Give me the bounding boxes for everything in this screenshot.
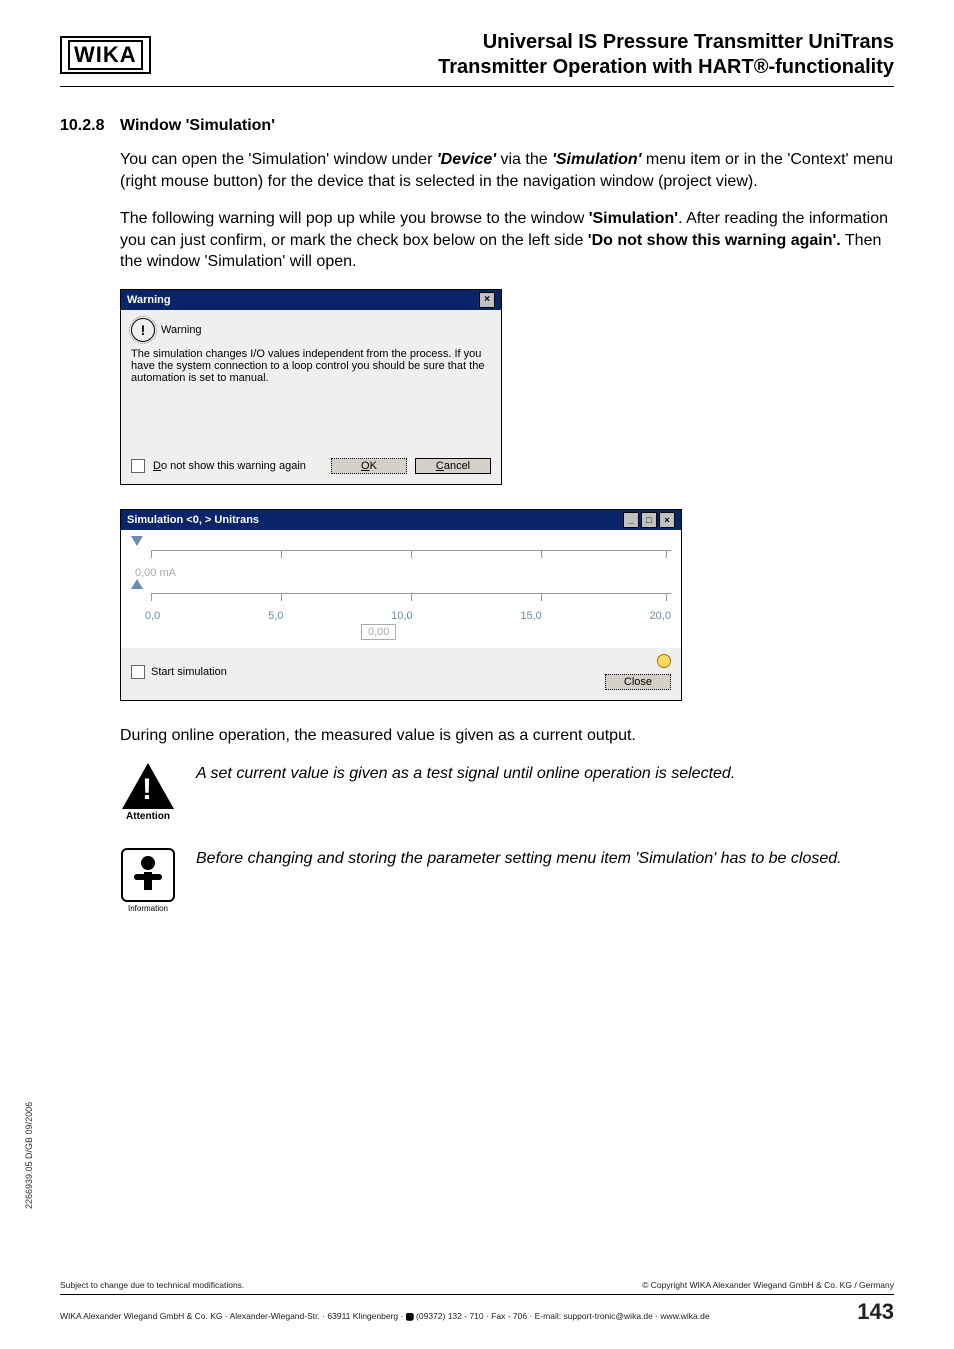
page: WIKA Universal IS Pressure Transmitter U… <box>0 0 954 1349</box>
page-footer: Subject to change due to technical modif… <box>60 1280 894 1325</box>
attention-label: Attention <box>120 811 176 822</box>
exclamation-icon: ! <box>131 318 155 342</box>
header-line-1: Universal IS Pressure Transmitter UniTra… <box>181 30 894 55</box>
footer-bottom: WIKA Alexander Wiegand GmbH & Co. KG · A… <box>60 1299 894 1325</box>
value-input[interactable]: 0,00 <box>361 624 396 640</box>
p1-pre: You can open the 'Simulation' window und… <box>120 151 437 168</box>
footer-left: Subject to change due to technical modif… <box>60 1280 244 1290</box>
warning-heading: Warning <box>161 324 202 336</box>
sim-title-text: Simulation <0, > Unitrans <box>127 514 259 526</box>
warning-triangle-icon <box>122 763 174 809</box>
logo-text: WIKA <box>68 40 143 70</box>
dialog-body: ! Warning The simulation changes I/O val… <box>121 310 501 452</box>
page-number: 143 <box>857 1299 894 1325</box>
paragraph-1: You can open the 'Simulation' window und… <box>120 149 894 192</box>
footer-address: WIKA Alexander Wiegand GmbH & Co. KG · A… <box>60 1311 710 1321</box>
wika-logo: WIKA <box>60 36 151 74</box>
warning-body-text: The simulation changes I/O values indepe… <box>131 348 491 384</box>
footer-top: Subject to change due to technical modif… <box>60 1280 894 1290</box>
checkbox-start-simulation[interactable] <box>131 665 145 679</box>
scale-2: 10,0 <box>391 610 412 622</box>
scale-3: 15,0 <box>520 610 541 622</box>
attention-row: Attention A set current value is given a… <box>120 763 894 822</box>
footer-rule <box>60 1294 894 1295</box>
sim-titlebar[interactable]: Simulation <0, > Unitrans _ □ × <box>121 510 681 530</box>
footer-right: © Copyright WIKA Alexander Wiegand GmbH … <box>642 1280 894 1290</box>
close-icon[interactable]: × <box>659 512 675 528</box>
scale-4: 20,0 <box>650 610 671 622</box>
checkbox-label[interactable]: Do not show this warning again <box>153 460 323 472</box>
p2-pre: The following warning will pop up while … <box>120 210 589 227</box>
information-label: Information <box>120 904 176 913</box>
window-controls: _ □ × <box>623 512 675 528</box>
warning-header-row: ! Warning <box>131 318 491 342</box>
start-simulation-label[interactable]: Start simulation <box>151 666 227 678</box>
information-row: Information Before changing and storing … <box>120 848 894 913</box>
warning-dialog: Warning × ! Warning The simulation chang… <box>120 289 502 485</box>
current-value: 0,00 mA <box>135 567 671 579</box>
information-icon: Information <box>120 848 176 913</box>
p1-mid: via the <box>496 151 552 168</box>
section-heading: 10.2.8 Window 'Simulation' <box>60 117 894 135</box>
checkbox-dont-show[interactable] <box>131 459 145 473</box>
upper-ruler[interactable] <box>151 550 671 565</box>
header-line-2: Transmitter Operation with HART®-functio… <box>181 55 894 80</box>
dialog-footer: Do not show this warning again OK Cancel <box>121 452 501 484</box>
paragraph-3: During online operation, the measured va… <box>120 725 894 747</box>
section-title: Window 'Simulation' <box>120 117 275 135</box>
attention-note: A set current value is given as a test s… <box>196 763 735 822</box>
marker-down-icon[interactable] <box>131 536 143 546</box>
cancel-button[interactable]: Cancel <box>415 458 491 474</box>
p1-b2: 'Simulation' <box>552 151 641 168</box>
paragraph-2: The following warning will pop up while … <box>120 208 894 273</box>
ok-button[interactable]: OK <box>331 458 407 474</box>
p2-b1: 'Simulation' <box>589 210 678 227</box>
minimize-icon[interactable]: _ <box>623 512 639 528</box>
sim-footer: Start simulation Close <box>121 648 681 700</box>
p2-b2: 'Do not show this warning again'. <box>588 232 841 249</box>
side-document-code: 2266939.05 D/GB 09/2006 <box>24 1102 34 1209</box>
phone-icon <box>406 1313 414 1321</box>
dialog-title-text: Warning <box>127 294 171 306</box>
close-button[interactable]: Close <box>605 674 671 690</box>
header-rule <box>60 86 894 87</box>
section-number: 10.2.8 <box>60 117 120 135</box>
scale-labels: 0,0 5,0 10,0 15,0 20,0 <box>145 610 671 622</box>
dialog-titlebar[interactable]: Warning × <box>121 290 501 310</box>
close-icon[interactable]: × <box>479 292 495 308</box>
simulation-window: Simulation <0, > Unitrans _ □ × 0,00 mA <box>120 509 682 701</box>
information-note: Before changing and storing the paramete… <box>196 848 842 913</box>
info-person-icon <box>121 848 175 902</box>
status-lamp-icon <box>657 654 671 668</box>
page-header: WIKA Universal IS Pressure Transmitter U… <box>60 30 894 80</box>
scale-1: 5,0 <box>268 610 283 622</box>
lower-ruler[interactable] <box>151 593 671 608</box>
p1-b1: 'Device' <box>437 151 496 168</box>
sim-body: 0,00 mA 0,0 5,0 10,0 15,0 20,0 0,00 <box>121 530 681 648</box>
scale-0: 0,0 <box>145 610 160 622</box>
maximize-icon[interactable]: □ <box>641 512 657 528</box>
marker-up-icon[interactable] <box>131 579 143 589</box>
attention-icon: Attention <box>120 763 176 822</box>
header-title: Universal IS Pressure Transmitter UniTra… <box>151 30 894 80</box>
